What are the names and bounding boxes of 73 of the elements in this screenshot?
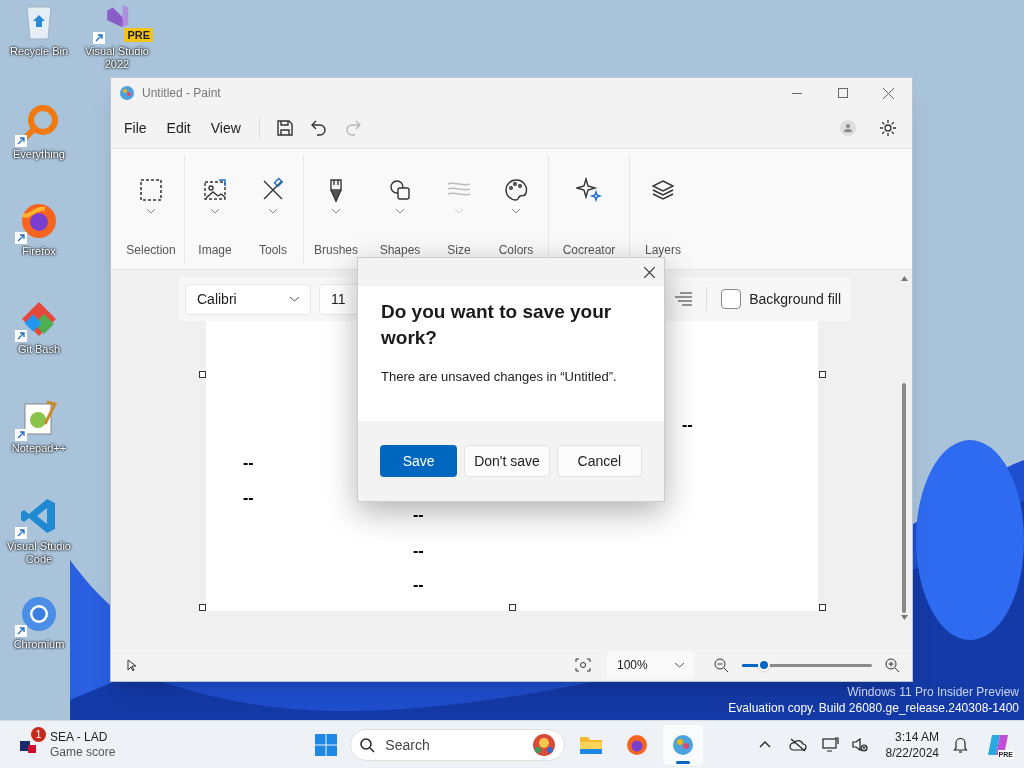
settings-icon[interactable] — [879, 119, 897, 137]
resize-handle[interactable] — [199, 604, 206, 611]
profile-avatar-icon[interactable] — [839, 119, 857, 137]
layers-tool-button[interactable]: Layers — [631, 155, 695, 263]
menu-item[interactable]: Edit — [156, 113, 201, 143]
scrollbar-thumb[interactable] — [902, 383, 906, 613]
cloud-offline-icon[interactable] — [788, 737, 807, 752]
preview-badge: PRE — [124, 28, 153, 42]
zoom-slider[interactable] — [742, 659, 872, 671]
notification-badge: 1 — [31, 726, 46, 742]
search-icon — [360, 737, 376, 753]
dialog-button[interactable]: Cancel — [556, 445, 642, 477]
shapes-tool-button[interactable]: Shapes — [367, 155, 433, 263]
text-align-icon[interactable] — [674, 292, 693, 306]
resize-handle[interactable] — [819, 604, 826, 611]
dialog-button[interactable]: Save — [380, 445, 458, 477]
evaluation-notice: Evaluation copy. Build 26080.ge_release.240308-1400 — [728, 700, 1019, 716]
background-fill-checkbox[interactable] — [721, 289, 742, 309]
window-title: Untitled - Paint — [142, 85, 221, 102]
canvas-text: -- — [413, 505, 424, 525]
chevron-up-icon[interactable] — [758, 741, 771, 748]
chevron-down-icon — [290, 296, 299, 302]
background-fill-label[interactable]: Background fill — [749, 288, 841, 310]
windows-logo-icon — [315, 733, 338, 756]
evaluation-notice: Windows 11 Pro Insider Preview — [847, 684, 1019, 700]
clock-time[interactable]: 3:14 AM — [894, 728, 939, 745]
canvas-text: -- — [243, 453, 254, 473]
dialog-title: Do you want to save your work? — [381, 300, 613, 350]
scroll-down-icon[interactable] — [900, 615, 908, 620]
volume-muted-icon[interactable] — [850, 737, 868, 752]
zoom-out-icon[interactable] — [714, 657, 729, 673]
monitor-icon[interactable] — [821, 737, 839, 752]
scroll-up-icon[interactable] — [900, 276, 908, 281]
font-dropdown[interactable]: Calibri — [185, 283, 311, 315]
slider-thumb[interactable] — [758, 659, 771, 671]
canvas-text: -- — [682, 415, 693, 435]
search-field[interactable]: Search — [350, 728, 566, 761]
cocreator-tool-button[interactable]: Cocreator — [550, 155, 628, 263]
zoom-in-icon[interactable] — [885, 657, 900, 673]
brushes-tool-button[interactable]: Brushes — [305, 155, 367, 263]
canvas-text: -- — [413, 575, 424, 595]
widget-title[interactable]: SEA - LAD — [50, 729, 116, 745]
widget-subtitle[interactable]: Game score — [50, 744, 116, 760]
paint-app-icon — [119, 85, 135, 101]
close-icon[interactable] — [644, 266, 655, 278]
paint-taskbar-button[interactable] — [663, 724, 704, 765]
zoom-dropdown[interactable]: 100% — [607, 651, 694, 679]
image-tool-button[interactable]: Image — [186, 155, 244, 263]
close-icon[interactable] — [883, 87, 894, 99]
resize-handle[interactable] — [509, 604, 516, 611]
menu-item[interactable]: File — [114, 113, 157, 143]
colors-tool-button[interactable]: Colors — [485, 155, 547, 263]
paint-palette-icon — [671, 732, 696, 757]
menu-item[interactable]: View — [200, 113, 251, 143]
bell-icon[interactable] — [953, 736, 968, 753]
minimize-icon[interactable] — [792, 92, 802, 94]
firefox-app-icon[interactable] — [19, 201, 59, 241]
dialog-button[interactable]: Don't save — [464, 445, 550, 477]
resize-handle[interactable] — [819, 371, 826, 378]
tools-tool-button[interactable]: Tools — [244, 155, 302, 263]
canvas-text: -- — [243, 488, 254, 508]
pointer-icon — [127, 658, 137, 672]
maximize-icon[interactable] — [838, 88, 848, 98]
selection-tool-button[interactable]: Selection — [119, 155, 183, 263]
canvas-text: -- — [413, 541, 424, 561]
dialog-message: There are unsaved changes in “Untitled”. — [381, 368, 618, 386]
fit-to-window-icon[interactable] — [575, 658, 591, 672]
fox-globe-icon — [625, 732, 650, 757]
clock-date[interactable]: 8/22/2024 — [885, 744, 939, 761]
chevron-down-icon — [675, 662, 684, 668]
active-app-indicator — [676, 760, 691, 764]
resize-handle[interactable] — [199, 371, 206, 378]
chromium-app-icon[interactable] — [19, 594, 59, 634]
